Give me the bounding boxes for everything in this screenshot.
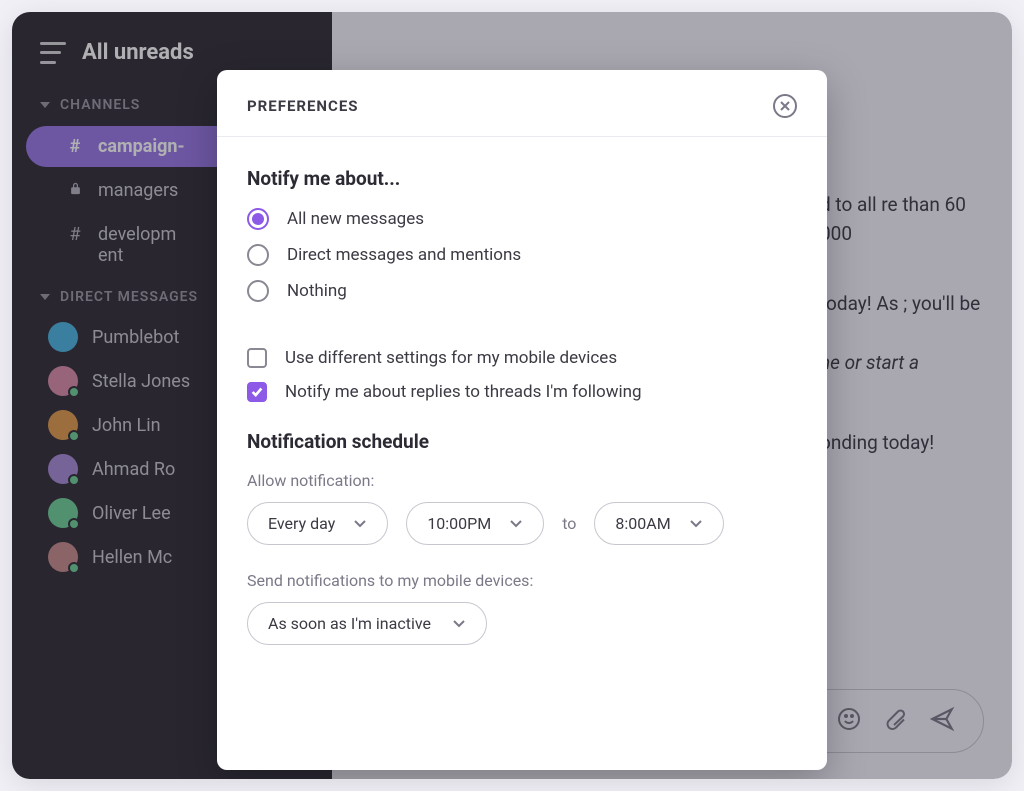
channel-label: development	[98, 224, 176, 266]
radio-icon	[247, 208, 269, 230]
mobile-notif-label: Send notifications to my mobile devices:	[247, 571, 797, 590]
radio-icon	[247, 280, 269, 302]
checkbox-icon	[247, 382, 267, 402]
schedule-row: Every day 10:00PM to 8:00AM	[247, 502, 797, 545]
checkbox-label: Notify me about replies to threads I'm f…	[285, 382, 642, 402]
avatar	[48, 410, 78, 440]
page-title: All unreads	[82, 40, 194, 65]
select-value: As soon as I'm inactive	[268, 614, 431, 633]
status-dot	[68, 518, 80, 530]
hash-icon: #	[66, 136, 84, 157]
avatar	[48, 498, 78, 528]
hash-icon: #	[66, 224, 84, 245]
modal-header: PREFERENCES	[217, 70, 827, 137]
close-button[interactable]	[773, 94, 797, 118]
time-to-select[interactable]: 8:00AM	[594, 502, 724, 545]
checkbox-mobile-settings[interactable]: Use different settings for my mobile dev…	[247, 348, 797, 368]
chevron-down-icon	[353, 514, 367, 533]
chevron-down-icon	[40, 294, 50, 300]
checkbox-icon	[247, 348, 267, 368]
channel-label: managers	[98, 180, 178, 201]
app-window: All unreads CHANNELS # campaign- manager…	[12, 12, 1012, 779]
radio-label: Nothing	[287, 281, 347, 301]
to-label: to	[562, 514, 576, 533]
dms-label: DIRECT MESSAGES	[60, 289, 198, 305]
mobile-when-select[interactable]: As soon as I'm inactive	[247, 602, 487, 645]
channels-label: CHANNELS	[60, 97, 140, 113]
time-from-select[interactable]: 10:00PM	[406, 502, 544, 545]
schedule-section-title: Notification schedule	[247, 430, 797, 453]
status-dot	[68, 474, 80, 486]
lock-icon	[66, 180, 84, 201]
frequency-select[interactable]: Every day	[247, 502, 388, 545]
notify-section-title: Notify me about...	[247, 167, 797, 190]
dm-label: Pumblebot	[92, 327, 179, 348]
select-value: Every day	[268, 514, 335, 533]
checkbox-thread-replies[interactable]: Notify me about replies to threads I'm f…	[247, 382, 797, 402]
chevron-down-icon	[40, 102, 50, 108]
mobile-notif-row: As soon as I'm inactive	[247, 602, 797, 645]
dm-label: Stella Jones	[92, 371, 190, 392]
radio-label: All new messages	[287, 209, 424, 229]
radio-label: Direct messages and mentions	[287, 245, 521, 265]
preferences-modal: PREFERENCES Notify me about... All new m…	[217, 70, 827, 770]
dm-label: John Lin	[92, 415, 161, 436]
avatar	[48, 542, 78, 572]
radio-nothing[interactable]: Nothing	[247, 280, 797, 302]
chevron-down-icon	[509, 514, 523, 533]
channel-label: campaign-	[98, 136, 185, 157]
radio-dm-mentions[interactable]: Direct messages and mentions	[247, 244, 797, 266]
radio-icon	[247, 244, 269, 266]
select-value: 10:00PM	[427, 514, 491, 533]
modal-body: Notify me about... All new messages Dire…	[217, 137, 827, 665]
chevron-down-icon	[452, 614, 466, 633]
select-value: 8:00AM	[615, 514, 670, 533]
dm-label: Hellen Mc	[92, 547, 172, 568]
avatar	[48, 322, 78, 352]
chevron-down-icon	[689, 514, 703, 533]
menu-icon[interactable]	[40, 42, 66, 64]
dm-label: Ahmad Ro	[92, 459, 175, 480]
avatar	[48, 454, 78, 484]
send-icon[interactable]	[929, 706, 955, 736]
allow-notification-label: Allow notification:	[247, 471, 797, 490]
status-dot	[68, 430, 80, 442]
status-dot	[68, 562, 80, 574]
modal-title: PREFERENCES	[247, 97, 359, 115]
avatar	[48, 366, 78, 396]
radio-all-messages[interactable]: All new messages	[247, 208, 797, 230]
attachment-icon[interactable]	[883, 707, 907, 735]
status-dot	[68, 386, 80, 398]
dm-label: Oliver Lee	[92, 503, 171, 524]
checkbox-label: Use different settings for my mobile dev…	[285, 348, 617, 368]
emoji-icon[interactable]	[837, 707, 861, 735]
